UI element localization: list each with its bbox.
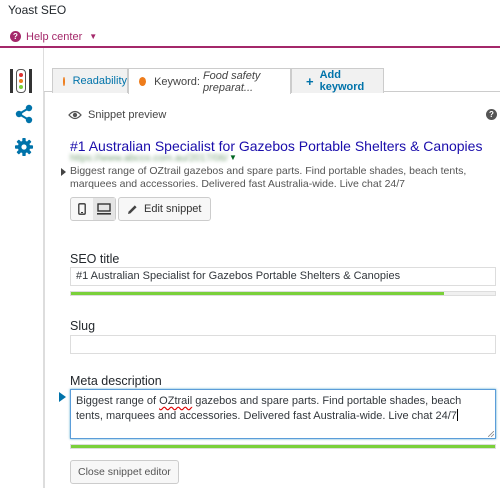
slug-input[interactable]	[70, 335, 496, 354]
analysis-tabs: Readability Keyword: Food safety prepara…	[44, 66, 500, 94]
slug-label: Slug	[70, 319, 96, 333]
help-bar: ? Help center ▼	[0, 22, 500, 48]
meta-description-progress-fill	[71, 445, 495, 448]
meta-text: Biggest range of	[76, 395, 160, 407]
add-keyword-label: Add keyword	[319, 69, 365, 93]
seo-title-progress-fill	[71, 292, 445, 295]
add-keyword-button[interactable]: + Add keyword	[291, 68, 384, 93]
pencil-icon	[128, 204, 137, 214]
edit-snippet-button[interactable]: Edit snippet	[118, 197, 212, 221]
plus-icon: +	[306, 73, 314, 89]
meta-description-input[interactable]: Biggest range of OZtrail gazebos and spa…	[70, 389, 496, 439]
close-snippet-editor-button[interactable]: Close snippet editor	[70, 460, 179, 484]
mobile-preview-button[interactable]	[71, 198, 93, 220]
tab-readability[interactable]: Readability	[52, 68, 128, 93]
caret-down-icon: ▼	[89, 32, 98, 41]
traffic-light-icon[interactable]	[10, 67, 32, 95]
tab-keyword[interactable]: Keyword: Food safety preparat...	[128, 68, 291, 94]
serp-description[interactable]: Biggest range of OZtrail gazebos and spa…	[70, 165, 475, 191]
gear-icon[interactable]	[14, 137, 34, 157]
status-dot-icon	[139, 77, 147, 86]
seo-title-progress	[70, 291, 496, 296]
tab-label: Keyword:	[154, 75, 200, 88]
plugin-title: Yoast SEO	[8, 3, 67, 17]
edit-snippet-label: Edit snippet	[144, 203, 202, 215]
seo-title-input[interactable]: #1 Australian Specialist for Gazebos Por…	[70, 267, 496, 286]
help-center-label: Help center	[26, 30, 83, 43]
misspelled-word: OZtrail	[159, 395, 193, 407]
sidebar	[0, 48, 44, 488]
arrow-right-icon	[59, 392, 66, 402]
arrow-right-icon	[61, 168, 66, 176]
tab-label: Readability	[72, 75, 127, 87]
status-dot-icon	[63, 76, 65, 86]
seo-title-label: SEO title	[70, 252, 120, 266]
question-icon: ?	[10, 31, 21, 42]
desktop-icon	[97, 203, 111, 215]
device-toggle	[70, 197, 116, 221]
serp-url[interactable]: https://www.abcco.com.au/2017/06/	[70, 153, 228, 164]
tab-keyword-name: Food safety preparat...	[202, 69, 261, 94]
text-cursor	[456, 409, 458, 421]
mobile-icon	[78, 203, 86, 215]
help-question-icon[interactable]: ?	[486, 109, 497, 120]
meta-description-progress	[70, 444, 496, 449]
snippet-preview-header: Snippet preview	[68, 109, 166, 121]
help-center-button[interactable]: ? Help center ▼	[10, 31, 97, 43]
eye-icon	[68, 110, 82, 120]
share-icon[interactable]	[14, 104, 34, 124]
meta-description-label: Meta description	[70, 374, 162, 388]
caret-down-icon: ▼	[229, 153, 237, 162]
serp-title[interactable]: #1 Australian Specialist for Gazebos Por…	[70, 138, 482, 154]
snippet-preview-title: Snippet preview	[88, 109, 167, 121]
resize-handle-icon[interactable]	[488, 431, 494, 437]
desktop-preview-button[interactable]	[93, 198, 115, 220]
